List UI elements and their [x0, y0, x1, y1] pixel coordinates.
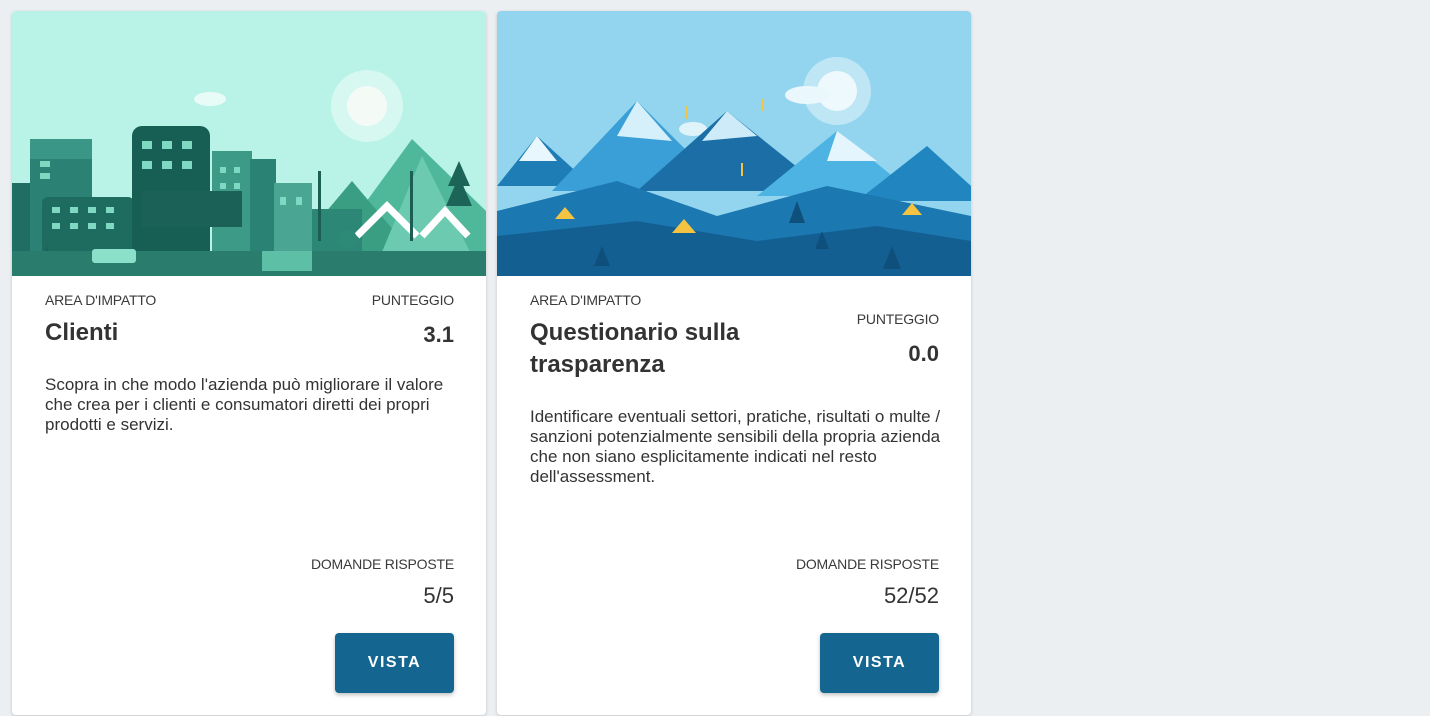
city-illustration — [12, 11, 486, 276]
area-label: AREA D'IMPATTO — [45, 292, 157, 308]
score-value: 0.0 — [908, 341, 939, 366]
view-button[interactable]: VISTA — [335, 633, 454, 693]
card-title: Questionario sulla trasparenza — [530, 319, 740, 378]
score-label: PUNTEGGIO — [856, 311, 939, 327]
mountain-illustration — [497, 11, 971, 276]
card-description: Scopra in che modo l'azienda può miglior… — [45, 375, 444, 434]
impact-area-card-trasparenza: AREA D'IMPATTO Questionario sulla traspa… — [497, 11, 971, 715]
area-label: AREA D'IMPATTO — [530, 292, 642, 308]
card-title: Clienti — [45, 319, 119, 346]
answers-label: DOMANDE RISPOSTE — [310, 556, 454, 572]
answers-count: 5/5 — [423, 583, 454, 608]
answers-label: DOMANDE RISPOSTE — [795, 556, 939, 572]
score-label: PUNTEGGIO — [371, 292, 454, 308]
impact-area-card-clienti: AREA D'IMPATTO PUNTEGGIO Clienti 3.1 Sco… — [12, 11, 486, 715]
card-description: Identificare eventuali settori, pratiche… — [530, 407, 941, 486]
answers-count: 52/52 — [883, 583, 939, 608]
score-value: 3.1 — [423, 322, 454, 347]
view-button[interactable]: VISTA — [820, 633, 939, 693]
